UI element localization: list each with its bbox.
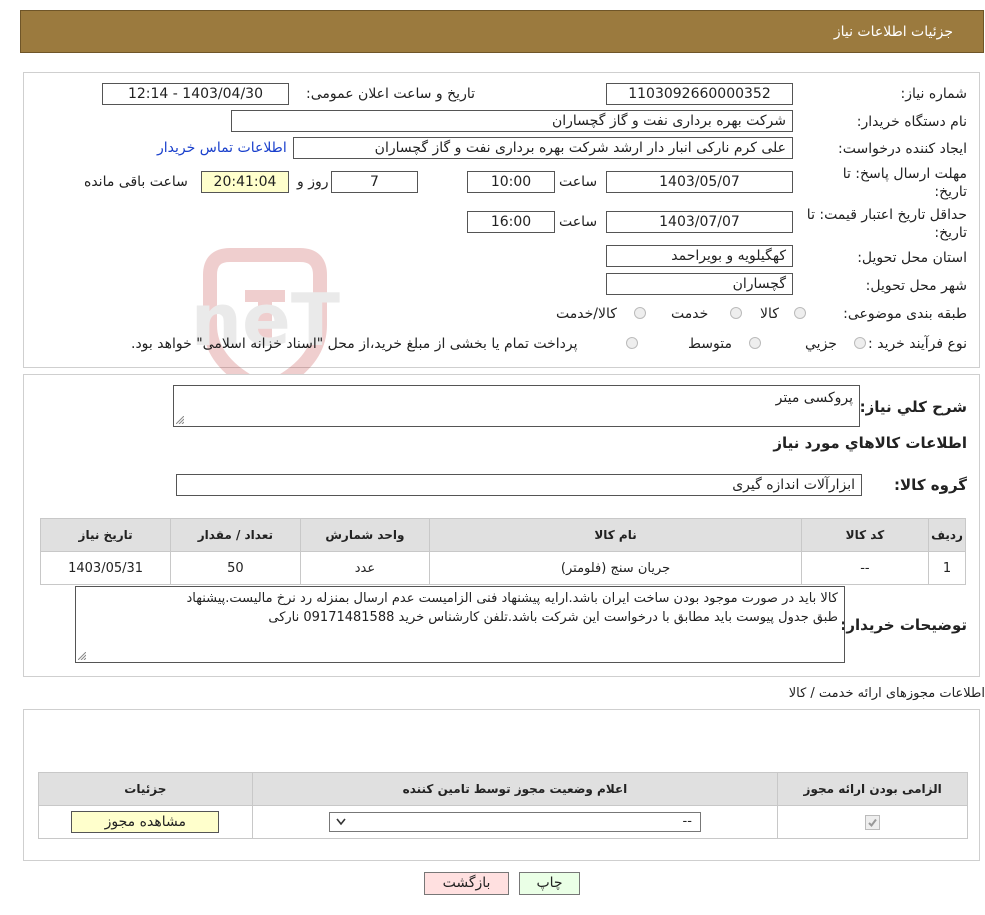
validity-time-label: ساعت (559, 214, 598, 230)
goods-info-title: اطلاعات کالاهاي مورد نياز (773, 434, 967, 452)
cell-permit-details: مشاهده مجوز (38, 805, 253, 839)
process-radio-minor[interactable] (854, 337, 866, 349)
remaining-time-field: 20:41:04 (201, 171, 289, 193)
permit-required-checkbox[interactable] (865, 814, 881, 830)
table-row: -- مشاهده مجوز (38, 805, 968, 839)
col-qty: تعداد / مقدار (170, 518, 301, 552)
announce-label: تاریخ و ساعت اعلان عمومی: (306, 86, 475, 102)
cell-qty: 50 (170, 551, 301, 585)
summary-field[interactable]: پروکسی میتر (173, 385, 860, 427)
category-label: طبقه بندی موضوعی: (843, 306, 967, 322)
days-label: روز و (297, 174, 329, 190)
cell-unit: عدد (299, 551, 431, 585)
permit-status-select[interactable]: -- (328, 812, 701, 832)
need-number-field: 1103092660000352 (606, 83, 793, 105)
category-radio-goods-service[interactable] (634, 307, 646, 319)
process-option-minor: جزیي (805, 336, 837, 352)
col-permit-required: الزامی بودن ارائه مجوز (777, 772, 968, 806)
col-date: تاريخ نياز (39, 518, 172, 552)
col-row: رديف (928, 518, 966, 552)
permit-status-value: -- (682, 814, 692, 829)
permits-table: الزامی بودن ارائه مجوز اعلام وضعیت مجوز … (38, 772, 968, 839)
view-permit-button[interactable]: مشاهده مجوز (71, 811, 220, 833)
resize-handle-icon[interactable] (78, 652, 86, 660)
category-option-service: خدمت (671, 306, 709, 322)
deadline-time-label: ساعت (559, 174, 598, 190)
goods-table-header: رديف کد کالا نام کالا واحد شمارش تعداد /… (39, 518, 966, 552)
creator-label: ایجاد کننده درخواست: (838, 141, 967, 157)
cell-code: -- (800, 551, 930, 585)
cell-date: 1403/05/31 (39, 551, 172, 585)
province-field: کهگیلویه و بویراحمد (606, 245, 793, 267)
remaining-label: ساعت باقی مانده (84, 174, 188, 190)
back-button[interactable]: بازگشت (424, 872, 509, 895)
permits-section-title: اطلاعات مجوزهای ارائه خدمت / کالا (788, 686, 985, 701)
city-label: شهر محل تحویل: (865, 278, 967, 294)
treasury-checkbox[interactable] (626, 337, 638, 349)
category-radio-goods[interactable] (794, 307, 806, 319)
buyer-notes-label: توضیحات خریدار: (840, 616, 967, 634)
category-radio-service[interactable] (730, 307, 742, 319)
resize-handle-icon[interactable] (176, 416, 184, 424)
process-radio-medium[interactable] (749, 337, 761, 349)
permits-table-header: الزامی بودن ارائه مجوز اعلام وضعیت مجوز … (38, 772, 968, 806)
process-label: نوع فرآیند خرید : (868, 336, 967, 352)
buyer-notes-line-1: کالا باید در صورت موجود بودن ساخت ایران … (186, 591, 838, 606)
print-button[interactable]: چاپ (519, 872, 580, 895)
buyer-notes-field[interactable]: کالا باید در صورت موجود بودن ساخت ایران … (75, 586, 845, 663)
check-icon (868, 818, 877, 827)
page-title: جزئیات اطلاعات نیاز (833, 24, 953, 40)
days-field: 7 (331, 171, 418, 193)
cell-permit-required (777, 805, 968, 839)
col-unit: واحد شمارش (299, 518, 431, 552)
category-option-goods: کالا (760, 306, 779, 322)
process-note: پرداخت تمام یا بخشی از مبلغ خرید،از محل … (131, 336, 578, 352)
province-label: استان محل تحویل: (857, 250, 967, 266)
process-option-medium: متوسط (688, 336, 732, 352)
chevron-down-icon (336, 818, 346, 826)
category-option-goods-service: کالا/خدمت (556, 306, 617, 322)
col-name: نام کالا (429, 518, 802, 552)
validity-time-field: 16:00 (467, 211, 555, 233)
page-header: جزئیات اطلاعات نیاز (20, 10, 984, 53)
cell-permit-status: -- (251, 805, 779, 839)
goods-group-field: ابزارآلات اندازه گیری (176, 474, 862, 496)
col-permit-details: جزئیات (38, 772, 253, 806)
col-code: کد کالا (800, 518, 930, 552)
deadline-time-field: 10:00 (467, 171, 555, 193)
need-number-label: شماره نیاز: (900, 86, 968, 102)
cell-name: جریان سنج (فلومتر) (429, 551, 802, 585)
announce-field: 1403/04/30 - 12:14 (102, 83, 289, 105)
validity-date-field: 1403/07/07 (606, 211, 793, 233)
col-permit-status: اعلام وضعیت مجوز توسط تامین کننده (251, 772, 779, 806)
goods-group-label: گروه کالا: (894, 476, 967, 494)
buyer-contact-link[interactable]: اطلاعات تماس خریدار (157, 140, 287, 156)
goods-table: رديف کد کالا نام کالا واحد شمارش تعداد /… (39, 518, 966, 585)
summary-label: شرح کلي نياز: (859, 398, 967, 416)
city-field: گچساران (606, 273, 793, 295)
table-row: 1 -- جریان سنج (فلومتر) عدد 50 1403/05/3… (39, 551, 966, 585)
validity-label: حداقل تاریخ اعتبار قیمت: تا تاریخ: (806, 207, 967, 241)
buyer-label: نام دستگاه خریدار: (856, 114, 967, 130)
deadline-label: مهلت ارسال پاسخ: تا تاریخ: (842, 166, 967, 200)
buyer-notes-line-2: طبق جدول پیوست باید مطابق با درخواست این… (268, 610, 838, 625)
creator-field: علی کرم نارکی انبار دار ارشد شرکت بهره ب… (293, 137, 793, 159)
buyer-field: شرکت بهره برداری نفت و گاز گچساران (231, 110, 793, 132)
cell-row: 1 (928, 551, 966, 585)
deadline-date-field: 1403/05/07 (606, 171, 793, 193)
